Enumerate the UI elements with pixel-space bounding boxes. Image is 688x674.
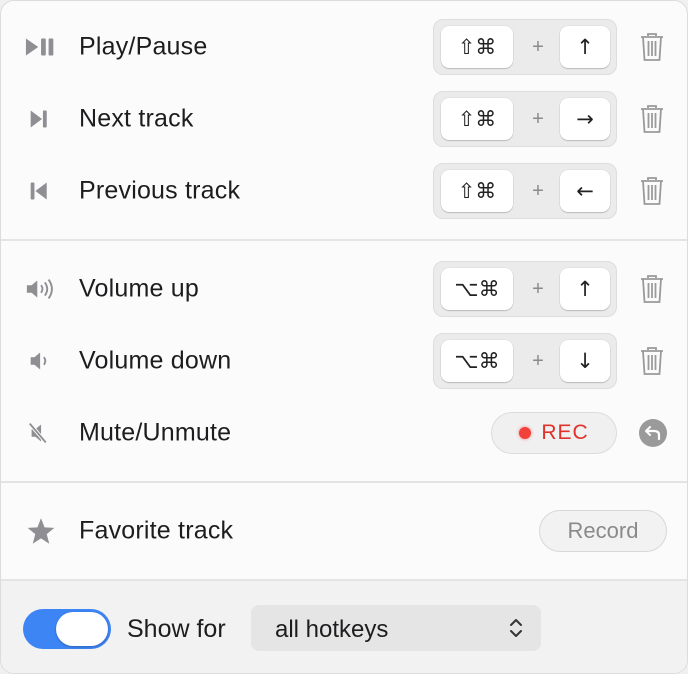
rec-label: REC bbox=[541, 421, 589, 444]
star-icon bbox=[25, 517, 59, 545]
rec-button[interactable]: REC bbox=[491, 412, 617, 454]
previous-track-icon bbox=[25, 177, 59, 205]
show-toggle[interactable] bbox=[23, 609, 111, 649]
show-for-select[interactable]: all hotkeys bbox=[251, 605, 541, 651]
arrow-key: ↑ bbox=[560, 268, 610, 310]
hotkey-row-volume-down: Volume down ⌥⌘ + ↓ bbox=[1, 331, 687, 391]
show-for-label: Show for bbox=[127, 615, 226, 643]
hotkey-label: Volume down bbox=[79, 346, 232, 375]
modifier-key: ⌥⌘ bbox=[441, 268, 513, 310]
trash-icon[interactable] bbox=[639, 103, 665, 135]
record-button[interactable]: Record bbox=[539, 510, 667, 552]
shortcut-field[interactable]: ⌥⌘ + ↓ bbox=[433, 333, 617, 389]
select-value: all hotkeys bbox=[275, 616, 389, 643]
shortcut-field[interactable]: ⌥⌘ + ↑ bbox=[433, 261, 617, 317]
hotkey-row-play-pause: Play/Pause ⇧⌘ + ↑ bbox=[1, 17, 687, 77]
volume-down-icon bbox=[25, 347, 59, 375]
shortcut-field[interactable]: ⇧⌘ + ↑ bbox=[433, 19, 617, 75]
arrow-key: ↑ bbox=[560, 26, 610, 68]
mute-icon bbox=[25, 419, 59, 447]
shortcut-field[interactable]: ⇧⌘ + ← bbox=[433, 163, 617, 219]
hotkey-row-next-track: Next track ⇧⌘ + → bbox=[1, 89, 687, 149]
shortcut-field[interactable]: ⇧⌘ + → bbox=[433, 91, 617, 147]
modifier-key: ⇧⌘ bbox=[441, 170, 513, 212]
plus-sign: + bbox=[532, 349, 544, 372]
hotkeys-panel: Play/Pause ⇧⌘ + ↑ Next track ⇧⌘ + → Prev… bbox=[0, 0, 688, 674]
hotkey-label: Previous track bbox=[79, 176, 241, 205]
rec-dot-icon bbox=[519, 427, 532, 439]
plus-sign: + bbox=[532, 179, 544, 202]
footer: Show for all hotkeys bbox=[1, 581, 687, 673]
next-track-icon bbox=[25, 105, 59, 133]
arrow-key: ↓ bbox=[560, 340, 610, 382]
hotkey-label: Mute/Unmute bbox=[79, 418, 232, 447]
volume-up-icon bbox=[25, 275, 59, 303]
modifier-key: ⌥⌘ bbox=[441, 340, 513, 382]
trash-icon[interactable] bbox=[639, 175, 665, 207]
play-pause-icon bbox=[25, 33, 59, 61]
hotkey-label: Volume up bbox=[79, 274, 199, 303]
arrow-key: ← bbox=[560, 170, 610, 212]
arrow-key: → bbox=[560, 98, 610, 140]
modifier-key: ⇧⌘ bbox=[441, 98, 513, 140]
undo-icon[interactable] bbox=[639, 419, 667, 447]
section-divider bbox=[1, 481, 687, 483]
trash-icon[interactable] bbox=[639, 31, 665, 63]
trash-icon[interactable] bbox=[639, 345, 665, 377]
hotkey-row-volume-up: Volume up ⌥⌘ + ↑ bbox=[1, 259, 687, 319]
plus-sign: + bbox=[532, 277, 544, 300]
modifier-key: ⇧⌘ bbox=[441, 26, 513, 68]
plus-sign: + bbox=[532, 35, 544, 58]
plus-sign: + bbox=[532, 107, 544, 130]
hotkey-row-previous-track: Previous track ⇧⌘ + ← bbox=[1, 161, 687, 221]
toggle-knob bbox=[56, 612, 108, 646]
hotkey-label: Play/Pause bbox=[79, 32, 208, 61]
hotkey-row-favorite-track: Favorite track Record bbox=[1, 501, 687, 561]
hotkey-label: Favorite track bbox=[79, 516, 234, 545]
hotkey-row-mute: Mute/Unmute REC bbox=[1, 403, 687, 463]
hotkey-label: Next track bbox=[79, 104, 194, 133]
section-divider bbox=[1, 239, 687, 241]
chevron-up-down-icon bbox=[509, 616, 523, 640]
trash-icon[interactable] bbox=[639, 273, 665, 305]
